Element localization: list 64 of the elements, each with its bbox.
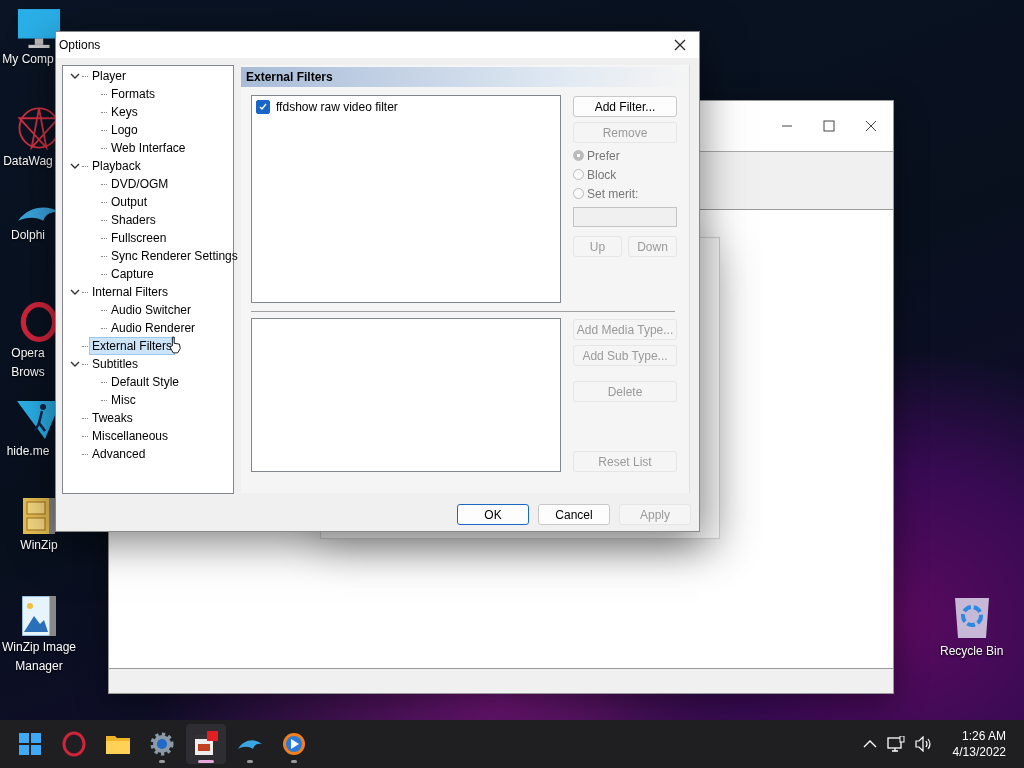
radio-label[interactable]: Block	[587, 167, 617, 182]
close-icon	[674, 39, 686, 51]
tree-item[interactable]: Internal Filters	[89, 283, 172, 301]
dialog-button[interactable]: OK	[457, 504, 529, 525]
dialog-button[interactable]: Cancel	[538, 504, 610, 525]
tree-item[interactable]: Miscellaneous	[89, 427, 172, 445]
tree-item[interactable]: Keys	[108, 103, 141, 121]
tree-item[interactable]: Audio Renderer	[108, 319, 199, 337]
radio-label[interactable]: Set merit:	[587, 186, 639, 201]
play-disc-icon	[281, 731, 307, 757]
ring-icon	[61, 731, 87, 757]
tree-item[interactable]: Shaders	[108, 211, 159, 229]
clock-time[interactable]: 1:26 AM	[961, 728, 1006, 744]
tree-item[interactable]: External Filters	[89, 337, 176, 355]
desktop-icon-label[interactable]: Opera	[1, 346, 55, 361]
volume-icon[interactable]	[914, 736, 933, 752]
tree-item[interactable]: Web Interface	[108, 139, 189, 157]
desktop-icon-label[interactable]: DataWag	[1, 154, 55, 169]
radio-button[interactable]	[573, 169, 584, 180]
tree-item[interactable]: Advanced	[89, 445, 149, 463]
monitor-icon	[17, 8, 61, 48]
desktop-icon-label[interactable]: WinZip	[20, 538, 58, 553]
maximize-icon[interactable]	[823, 120, 835, 132]
radio-label[interactable]: Prefer	[587, 148, 620, 163]
desktop-icon-label[interactable]: hide.me	[1, 444, 55, 459]
desktop-icon-label[interactable]: Brows	[1, 365, 55, 380]
desktop-icon-label[interactable]: My Comp	[1, 52, 55, 67]
folder-icon	[105, 733, 131, 755]
desktop-icon-label[interactable]: Dolphi	[1, 228, 55, 243]
tree-item[interactable]: Subtitles	[89, 355, 142, 373]
window-title: Options	[59, 38, 101, 52]
checkbox[interactable]	[256, 100, 270, 114]
tree-item[interactable]: Formats	[108, 85, 158, 103]
filter-name[interactable]: ffdshow raw video filter	[276, 100, 398, 114]
radio-button[interactable]	[573, 188, 584, 199]
tree-item[interactable]: Player	[89, 67, 129, 85]
chevron-up-icon[interactable]	[862, 739, 877, 749]
tree-item[interactable]: Audio Switcher	[108, 301, 195, 319]
tree-item[interactable]: Playback	[89, 157, 144, 175]
network-icon[interactable]	[886, 736, 905, 752]
film-clapper-icon	[193, 731, 219, 757]
tree-item[interactable]: Logo	[108, 121, 141, 139]
tree-item[interactable]: Tweaks	[89, 409, 136, 427]
image-file-icon	[22, 596, 56, 636]
desktop-icon-label[interactable]: Recycle Bin	[940, 644, 1004, 659]
clock-date[interactable]: 4/13/2022	[952, 744, 1006, 760]
tree-item[interactable]: Misc	[108, 391, 139, 409]
tree-item[interactable]: Fullscreen	[108, 229, 170, 247]
tree-item[interactable]: DVD/OGM	[108, 175, 172, 193]
tree-item[interactable]: Capture	[108, 265, 157, 283]
desktop-icon-label[interactable]: WinZip Image	[2, 640, 76, 655]
windows-logo-icon	[18, 732, 42, 756]
desktop-icon-label[interactable]: Manager	[15, 659, 63, 674]
recycle-bin-icon[interactable]	[952, 596, 991, 640]
tree-item[interactable]: Default Style	[108, 373, 183, 391]
gear-icon	[149, 731, 175, 757]
dolphin-icon	[237, 738, 263, 750]
tree-item[interactable]: Output	[108, 193, 151, 211]
filter-button[interactable]: Add Filter...	[573, 96, 677, 117]
radio-button[interactable]	[573, 150, 584, 161]
tree-item[interactable]: Sync Renderer Settings	[108, 247, 241, 265]
check-icon	[259, 103, 267, 111]
close-icon[interactable]	[865, 120, 877, 132]
taskbar-app-button[interactable]	[186, 724, 226, 764]
